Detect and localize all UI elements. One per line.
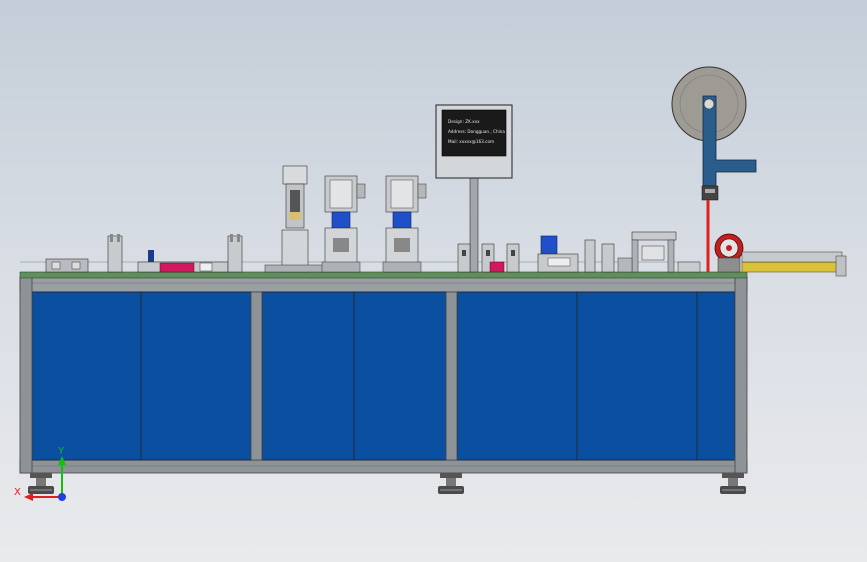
frame-post xyxy=(19,276,33,474)
accent-block xyxy=(489,261,505,273)
hmi-line-3: Mail: xxxxx@163.com xyxy=(448,139,494,144)
leveling-foot xyxy=(720,473,746,494)
frame-post xyxy=(445,291,458,461)
press-station-1 xyxy=(264,165,326,273)
output-conveyor xyxy=(741,251,847,277)
tape-reel-assembly xyxy=(671,66,757,272)
assembly-drawing: Design: ZK.xxx Address: Dongguan , China… xyxy=(14,66,847,501)
hmi-line-1: Design: ZK.xxx xyxy=(448,119,480,124)
press-station-3 xyxy=(382,175,427,273)
frame-post xyxy=(734,276,748,474)
roller-wheel xyxy=(714,233,744,273)
clamp-station xyxy=(457,243,520,273)
z-axis-dot xyxy=(58,493,66,501)
hmi-pole xyxy=(469,177,479,273)
accent-block xyxy=(159,262,195,273)
machine-cabinet xyxy=(19,276,748,494)
cabinet-panel xyxy=(456,291,736,461)
y-axis-label: Y xyxy=(57,446,65,457)
assembly-station xyxy=(584,231,701,273)
cad-viewport: Design: ZK.xxx Address: Dongguan , China… xyxy=(0,0,867,562)
hmi-line-2: Address: Dongguan , China xyxy=(448,129,505,134)
table-top xyxy=(19,271,748,279)
top-rail xyxy=(19,276,748,293)
hmi-monitor: Design: ZK.xxx Address: Dongguan , China… xyxy=(435,104,513,273)
base-rail xyxy=(19,459,748,474)
leveling-foot xyxy=(28,473,54,494)
cabinet-panel xyxy=(31,291,253,461)
leveling-foot xyxy=(438,473,464,494)
press-station-2 xyxy=(321,175,366,273)
feed-station xyxy=(45,234,243,273)
frame-post xyxy=(250,291,263,461)
actuator-station xyxy=(537,235,579,273)
x-axis-label: X xyxy=(14,487,21,498)
